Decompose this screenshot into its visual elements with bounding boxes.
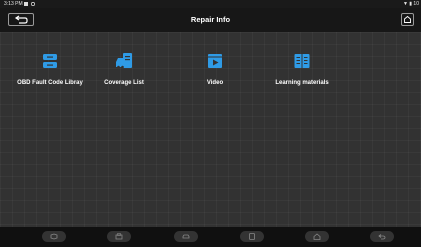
tile-video[interactable]: Video <box>175 46 255 96</box>
tile-learning-materials[interactable]: Learning materials <box>262 46 342 96</box>
tile-grid: OBD Fault Code Libray Coverage List Vide… <box>0 32 421 227</box>
back-icon <box>378 234 386 240</box>
tile-label: OBD Fault Code Libray <box>17 80 83 86</box>
screenshot-icon <box>249 233 255 240</box>
nav-car-button[interactable] <box>174 231 198 242</box>
status-time: 3:13 PM <box>4 1 23 7</box>
sync-notification-icon <box>31 2 35 6</box>
database-icon <box>43 54 57 68</box>
status-bar: 3:13 PM ▼ ▮ 10 <box>0 0 421 8</box>
page-title: Repair Info <box>190 15 231 24</box>
video-icon <box>208 54 222 68</box>
tile-label: Coverage List <box>104 80 144 86</box>
tile-label: Learning materials <box>275 80 329 86</box>
print-icon <box>115 233 123 240</box>
image-notification-icon <box>24 2 28 6</box>
nav-home-button[interactable] <box>305 231 329 242</box>
nav-back-button[interactable] <box>370 231 394 242</box>
nav-vci-button[interactable] <box>42 231 66 242</box>
car-list-icon <box>116 53 132 69</box>
tile-obd-fault-code-library[interactable]: OBD Fault Code Libray <box>10 46 90 96</box>
status-indicators: ▼ ▮ 10 <box>402 1 419 7</box>
nav-print-button[interactable] <box>107 231 131 242</box>
home-icon <box>404 15 411 23</box>
bottom-nav-bar <box>0 227 421 247</box>
book-icon <box>294 54 310 68</box>
nav-screenshot-button[interactable] <box>240 231 264 242</box>
tile-label: Video <box>206 80 224 86</box>
title-bar: Repair Info <box>0 8 421 32</box>
home-icon <box>313 233 321 240</box>
car-icon <box>182 234 190 239</box>
home-button[interactable] <box>401 13 414 26</box>
tile-coverage-list[interactable]: Coverage List <box>84 46 164 96</box>
vci-icon <box>50 233 58 240</box>
